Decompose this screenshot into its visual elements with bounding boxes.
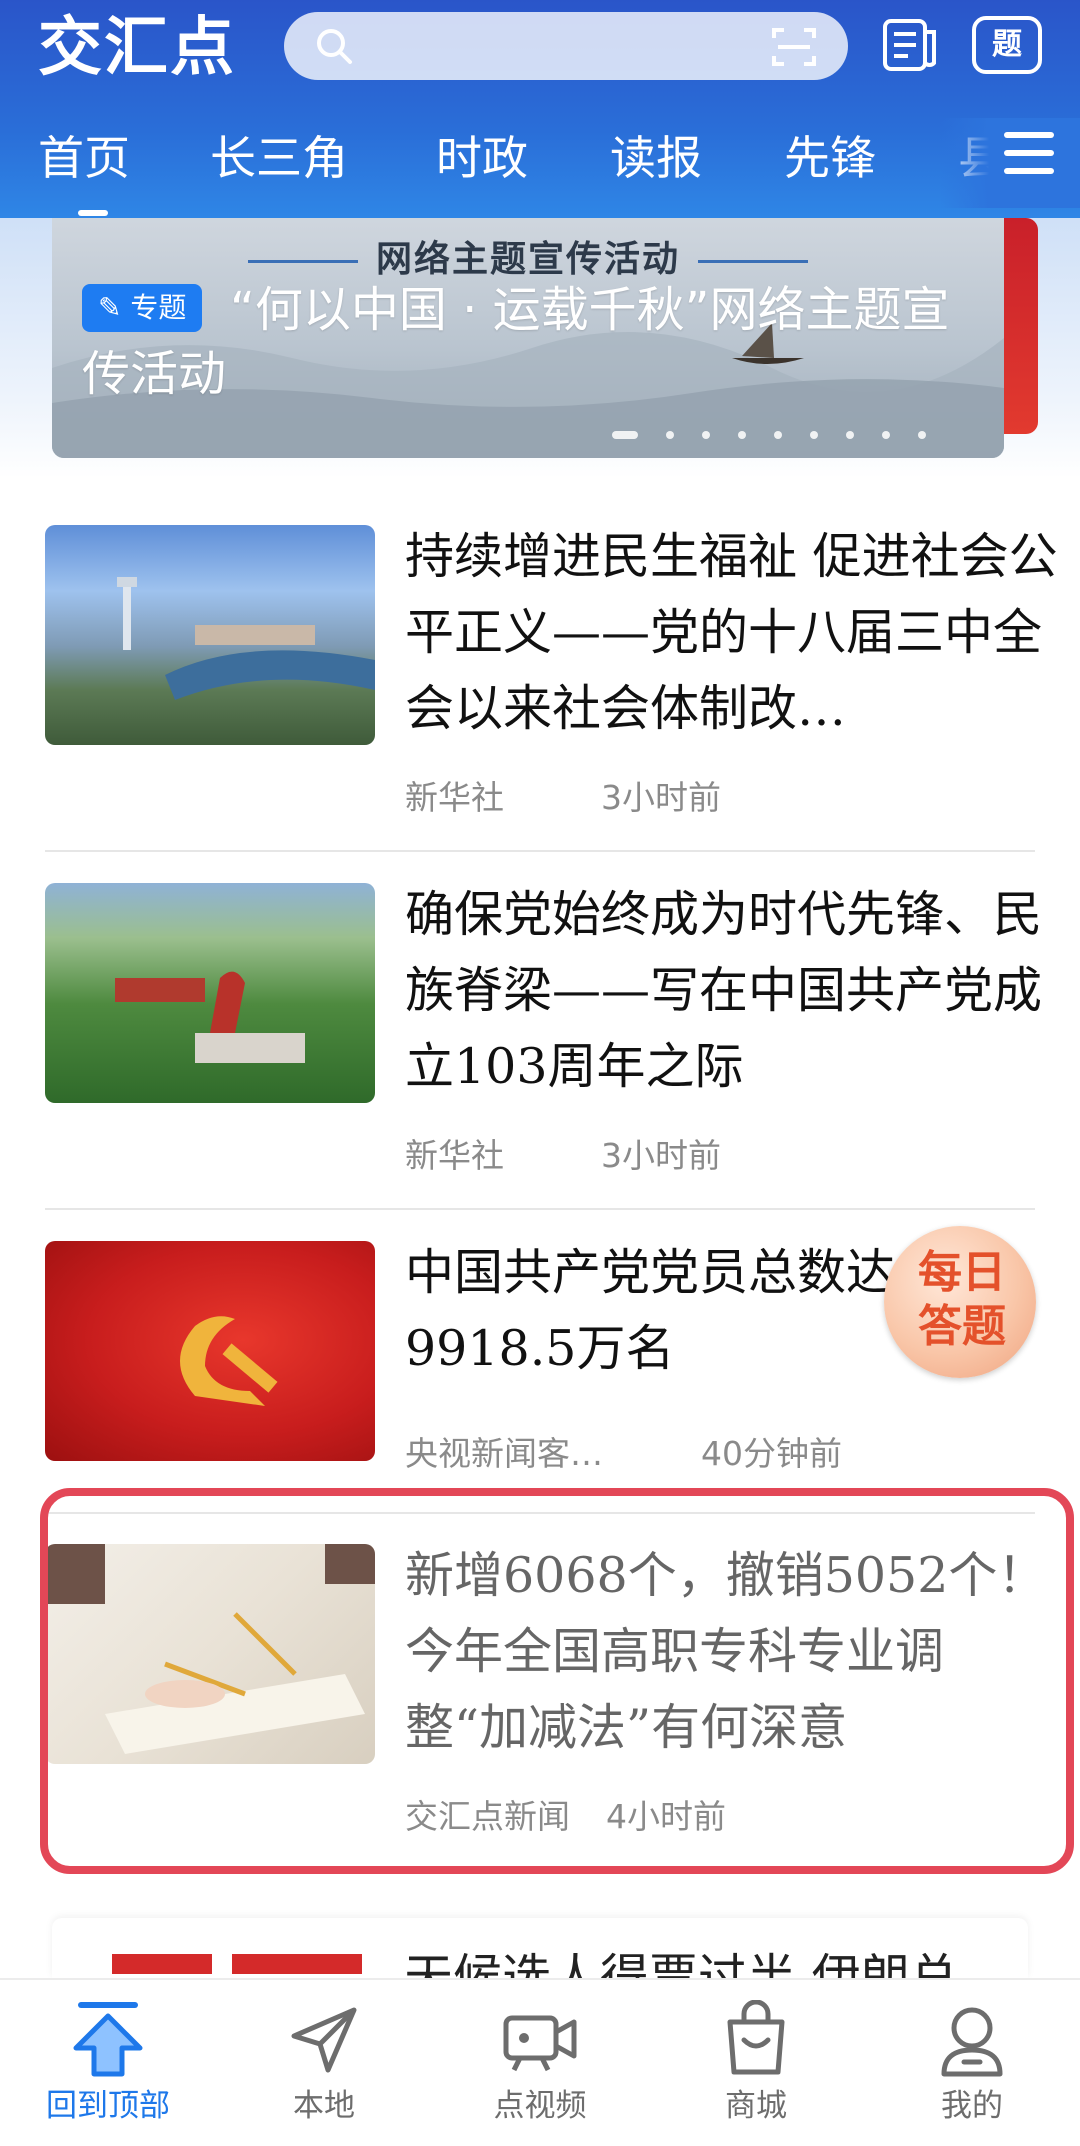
nav-label: 本地	[293, 2088, 355, 2124]
search-icon	[317, 29, 352, 64]
bottom-nav: 回到顶部 本地 点视频 商城 我的	[0, 1978, 1080, 2144]
tab-pioneer[interactable]: 先锋	[784, 118, 876, 198]
nav-mine[interactable]: 我的	[864, 1980, 1080, 2146]
next-banner-card[interactable]	[1004, 218, 1038, 434]
topic-banner[interactable]: 网络主题宣传活动 “何以中国 · 运载千秋”网络主题宣传活动 ✎ 专题	[52, 218, 1004, 458]
top-header: 交汇点 题 首页 长三角 时政 读报 先锋 县	[0, 0, 1080, 218]
video-camera-icon	[503, 2015, 577, 2072]
quiz-button[interactable]: 题	[972, 16, 1042, 74]
news-thumbnail	[45, 525, 375, 745]
monument-photo	[115, 971, 305, 1063]
divider	[45, 850, 1035, 852]
send-arrow-icon	[291, 2007, 357, 2073]
nav-label: 商城	[725, 2088, 787, 2124]
app-logo: 交汇点	[38, 10, 236, 85]
city-photo	[117, 577, 375, 700]
news-item-partial[interactable]: 天候选人得票过半 伊朗总	[52, 1918, 1028, 1978]
nav-mall[interactable]: 商城	[648, 1980, 864, 2146]
news-item[interactable]: 持续增进民生福祉 促进社会公平正义——党的十八届三中全会以来社会体制改… 新华社…	[45, 525, 1058, 817]
shopping-bag-icon	[727, 2000, 785, 2075]
carousel-dot	[774, 430, 782, 439]
news-thumbnail	[112, 1954, 362, 1974]
newspaper-icon[interactable]	[882, 16, 938, 74]
news-meta: 央视新闻客… 40分钟前	[405, 1427, 842, 1475]
topic-tag: ✎ 专题	[82, 284, 203, 332]
news-source: 新华社	[405, 1136, 504, 1175]
news-source: 新华社	[405, 778, 504, 817]
topic-tag-label: 专题	[130, 291, 187, 324]
carousel-dot	[666, 430, 674, 439]
carousel-indicator	[612, 424, 954, 439]
nav-label: 点视频	[493, 2088, 587, 2124]
banner-title: “何以中国 · 运载千秋”网络主题宣传活动	[82, 282, 950, 402]
highlight-frame	[40, 1488, 1074, 1874]
carousel-dot	[612, 430, 638, 439]
channel-tabs: 首页 长三角 时政 读报 先锋 县	[0, 118, 1080, 216]
nav-label: 回到顶部	[46, 2088, 170, 2124]
nav-video[interactable]: 点视频	[432, 1980, 648, 2146]
news-time: 3小时前	[601, 1136, 721, 1175]
banner-heading: 网络主题宣传活动	[52, 230, 1004, 282]
pencil-icon: ✎	[98, 291, 131, 324]
divider	[45, 1208, 1035, 1210]
nav-local[interactable]: 本地	[216, 1980, 432, 2146]
news-meta: 新华社 3小时前	[405, 771, 721, 819]
news-thumbnail	[45, 1241, 375, 1461]
tab-yangtze-delta[interactable]: 长三角	[210, 118, 348, 198]
scan-icon[interactable]	[772, 26, 816, 68]
tab-home[interactable]: 首页	[38, 118, 130, 216]
user-icon	[941, 2007, 1003, 2077]
news-title: 确保党始终成为时代先锋、民族脊梁——写在中国共产党成立103周年之际	[405, 886, 1043, 1095]
search-bar[interactable]	[284, 12, 848, 80]
news-item[interactable]: 确保党始终成为时代先锋、民族脊梁——写在中国共产党成立103周年之际 新华社 3小…	[45, 883, 1042, 1175]
daily-quiz-label: 每日答题	[918, 1247, 1006, 1352]
carousel-dot	[738, 430, 746, 439]
carousel-dot	[882, 430, 890, 439]
news-time: 40分钟前	[701, 1434, 842, 1473]
up-arrow-icon	[73, 2002, 143, 2077]
news-thumbnail	[45, 883, 375, 1103]
carousel-dot	[810, 430, 818, 439]
nav-back-to-top[interactable]: 回到顶部	[0, 1980, 216, 2146]
menu-icon[interactable]	[1004, 132, 1054, 178]
daily-quiz-badge[interactable]: 每日答题	[884, 1226, 1036, 1378]
news-source: 央视新闻客…	[405, 1434, 603, 1473]
news-title: 持续增进民生福祉 促进社会公平正义——党的十八届三中全会以来社会体制改…	[405, 528, 1058, 737]
tab-politics[interactable]: 时政	[436, 118, 528, 198]
news-title: 天候选人得票过半 伊朗总	[404, 1949, 959, 1978]
nav-label: 我的	[941, 2088, 1003, 2124]
party-emblem-photo	[180, 1316, 278, 1406]
carousel-dot	[918, 430, 926, 439]
carousel-dot	[846, 430, 854, 439]
carousel-dot	[702, 430, 710, 439]
tab-newspaper[interactable]: 读报	[610, 118, 702, 198]
news-time: 3小时前	[601, 778, 721, 817]
news-meta: 新华社 3小时前	[405, 1129, 721, 1177]
